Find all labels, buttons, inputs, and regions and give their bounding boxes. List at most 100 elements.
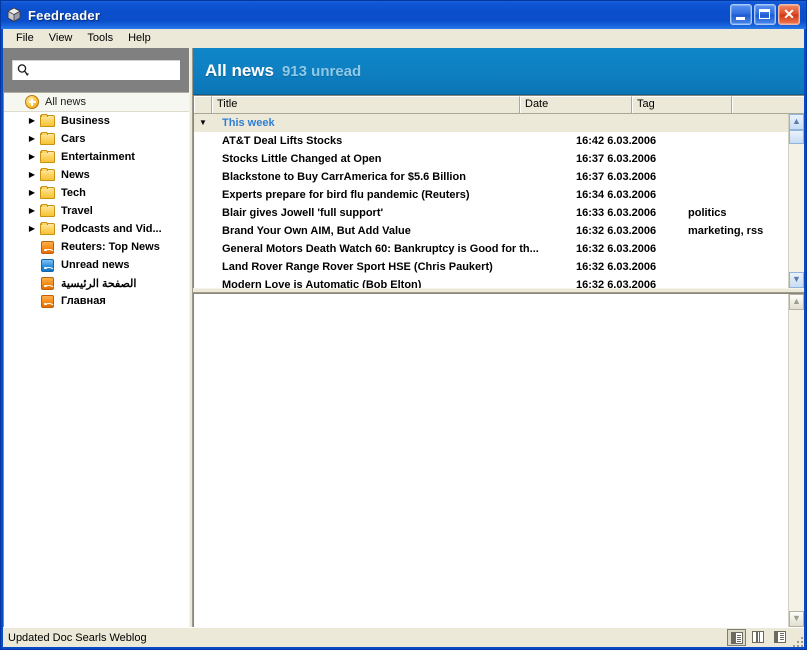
unread-count: 913 unread xyxy=(281,62,362,80)
scroll-up-button[interactable]: ▲ xyxy=(789,114,804,130)
list-group-row[interactable]: ▼ This week xyxy=(194,114,788,132)
feed-header: All news 913 unread xyxy=(193,48,804,95)
sidebar-item-arabic-feed[interactable]: الصفحة الرئيسية xyxy=(4,274,189,292)
expander-icon[interactable]: ▶ xyxy=(24,148,40,166)
sidebar-item-all-news[interactable]: All news xyxy=(4,93,189,112)
row-date: 16:32 6.03.2006 xyxy=(576,261,657,273)
rss-icon xyxy=(40,293,57,309)
table-row[interactable]: Land Rover Range Rover Sport HSE (Chris … xyxy=(194,258,788,276)
main-split-container: All news ▶ Business ▶ Cars ▶ Entertainme… xyxy=(3,48,804,627)
all-news-icon xyxy=(24,94,41,110)
sidebar-item-cars[interactable]: ▶ Cars xyxy=(4,130,189,148)
expander-icon[interactable]: ▶ xyxy=(24,202,40,220)
expander-icon[interactable]: ▶ xyxy=(24,112,40,130)
expander-icon[interactable]: ▶ xyxy=(24,166,40,184)
scroll-down-button[interactable]: ▼ xyxy=(789,272,804,288)
sidebar-item-label: الصفحة الرئيسية xyxy=(61,277,137,290)
content-pane: All news 913 unread Title Date Tag ▼ Thi… xyxy=(193,48,804,627)
rss-icon-blue xyxy=(40,257,57,273)
list-body: ▼ This week AT&T Deal Lifts Stocks 16:42… xyxy=(194,114,804,288)
sidebar-item-business[interactable]: ▶ Business xyxy=(4,112,189,130)
table-row[interactable]: Experts prepare for bird flu pandemic (R… xyxy=(194,186,788,204)
maximize-button[interactable] xyxy=(754,4,776,25)
scroll-thumb[interactable] xyxy=(789,130,804,144)
sidebar-item-podcasts-and-video[interactable]: ▶ Podcasts and Vid... xyxy=(4,220,189,238)
row-title: Modern Love is Automatic (Bob Elton) xyxy=(222,279,422,288)
sidebar-item-unread-news[interactable]: Unread news xyxy=(4,256,189,274)
row-date: 16:37 6.03.2006 xyxy=(576,171,657,183)
row-title: Brand Your Own AIM, But Add Value xyxy=(222,225,411,237)
scroll-down-button[interactable]: ▼ xyxy=(789,611,804,627)
folder-icon xyxy=(40,113,57,129)
sidebar-item-label: Cars xyxy=(61,133,86,145)
folder-icon xyxy=(40,203,57,219)
table-row[interactable]: Stocks Little Changed at Open 16:37 6.03… xyxy=(194,150,788,168)
list-vertical-scrollbar[interactable]: ▲ ▼ xyxy=(788,114,804,288)
scroll-up-button[interactable]: ▲ xyxy=(789,294,804,310)
column-header-title[interactable]: Title xyxy=(212,96,520,113)
page-title: All news xyxy=(205,61,274,80)
layout-right-pane-icon xyxy=(774,631,786,643)
scroll-track[interactable] xyxy=(789,310,804,611)
search-input[interactable] xyxy=(31,62,180,78)
expander-icon[interactable]: ▶ xyxy=(24,130,40,148)
resize-grip[interactable] xyxy=(791,635,803,647)
search-icon[interactable] xyxy=(16,63,31,78)
status-message: Updated Doc Searls Weblog xyxy=(8,631,147,644)
list-column-headers: Title Date Tag xyxy=(194,96,804,114)
chevron-down-icon: ▼ xyxy=(792,274,801,284)
folder-icon xyxy=(40,149,57,165)
table-row[interactable]: AT&T Deal Lifts Stocks 16:42 6.03.2006 xyxy=(194,132,788,150)
layout-right-pane-button[interactable] xyxy=(771,629,790,646)
row-title: Blair gives Jowell 'full support' xyxy=(222,207,384,219)
group-expander-icon[interactable]: ▼ xyxy=(194,114,212,132)
feed-tree[interactable]: All news ▶ Business ▶ Cars ▶ Entertainme… xyxy=(3,92,189,627)
group-label: This week xyxy=(222,117,275,129)
table-row[interactable]: Blair gives Jowell 'full support' 16:33 … xyxy=(194,204,788,222)
column-header-pad xyxy=(732,96,804,113)
sidebar-item-tech[interactable]: ▶ Tech xyxy=(4,184,189,202)
row-title: Blackstone to Buy CarrAmerica for $5.6 B… xyxy=(222,171,466,183)
sidebar-item-reuters-top-news[interactable]: Reuters: Top News xyxy=(4,238,189,256)
rss-icon xyxy=(40,275,57,291)
row-date: 16:34 6.03.2006 xyxy=(576,189,657,201)
menu-file[interactable]: File xyxy=(9,30,42,47)
table-row[interactable]: Blackstone to Buy CarrAmerica for $5.6 B… xyxy=(194,168,788,186)
table-row[interactable]: General Motors Death Watch 60: Bankruptc… xyxy=(194,240,788,258)
minimize-button[interactable] xyxy=(730,4,752,25)
menu-tools[interactable]: Tools xyxy=(80,30,121,47)
search-box[interactable] xyxy=(11,59,181,81)
row-title: Stocks Little Changed at Open xyxy=(222,153,382,165)
layout-left-pane-button[interactable] xyxy=(727,629,746,646)
chevron-up-icon: ▲ xyxy=(792,116,801,126)
layout-left-pane-icon xyxy=(731,632,743,644)
folder-icon xyxy=(40,221,57,237)
sidebar-item-label: Unread news xyxy=(61,259,130,271)
row-date: 16:32 6.03.2006 xyxy=(576,225,657,237)
row-date: 16:32 6.03.2006 xyxy=(576,279,657,288)
table-row[interactable]: Modern Love is Automatic (Bob Elton) 16:… xyxy=(194,276,788,288)
close-icon: ✕ xyxy=(783,6,795,22)
column-header-blank[interactable] xyxy=(194,96,212,113)
menu-view[interactable]: View xyxy=(42,30,81,47)
article-vertical-scrollbar[interactable]: ▲ ▼ xyxy=(788,294,804,627)
expander-icon[interactable]: ▶ xyxy=(24,220,40,238)
sidebar-item-entertainment[interactable]: ▶ Entertainment xyxy=(4,148,189,166)
sidebar-item-travel[interactable]: ▶ Travel xyxy=(4,202,189,220)
sidebar-item-news[interactable]: ▶ News xyxy=(4,166,189,184)
scroll-track[interactable] xyxy=(789,130,804,272)
expander-icon[interactable]: ▶ xyxy=(24,184,40,202)
row-title: AT&T Deal Lifts Stocks xyxy=(222,135,343,147)
search-area xyxy=(3,48,189,92)
column-header-date[interactable]: Date xyxy=(520,96,632,113)
column-header-tag[interactable]: Tag xyxy=(632,96,732,113)
layout-three-column-button[interactable] xyxy=(749,629,768,646)
title-bar: Feedreader ✕ xyxy=(1,1,806,29)
list-rows[interactable]: ▼ This week AT&T Deal Lifts Stocks 16:42… xyxy=(194,114,788,288)
menu-help[interactable]: Help xyxy=(121,30,159,47)
close-button[interactable]: ✕ xyxy=(778,4,800,25)
table-row[interactable]: Brand Your Own AIM, But Add Value 16:32 … xyxy=(194,222,788,240)
row-date: 16:32 6.03.2006 xyxy=(576,243,657,255)
sidebar-item-label: News xyxy=(61,169,90,181)
sidebar-item-russian-feed[interactable]: Главная xyxy=(4,292,189,310)
